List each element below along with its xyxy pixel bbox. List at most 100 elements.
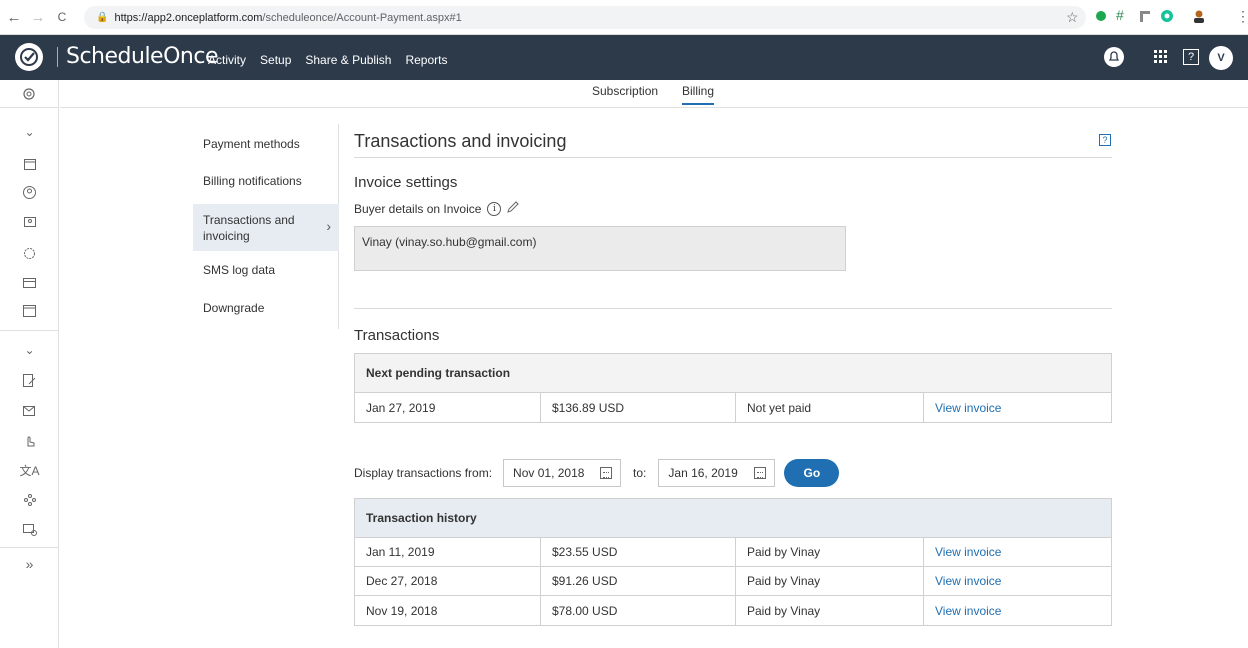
browser-menu-icon[interactable]: ⋮ — [1236, 8, 1248, 25]
form-edit-icon[interactable] — [0, 370, 59, 390]
table-row: Dec 27, 2018 $91.26 USD Paid by Vinay Vi… — [355, 567, 1111, 596]
nav-setup[interactable]: Setup — [260, 53, 291, 67]
page-title: Transactions and invoicing — [354, 131, 567, 151]
address-bar[interactable]: 🔒 https://app2.onceplatform.com/schedule… — [84, 6, 1086, 29]
integrations-icon[interactable] — [0, 243, 59, 263]
pending-transaction-table: Next pending transaction Jan 27, 2019 $1… — [354, 353, 1112, 423]
to-date-input[interactable]: Jan 16, 2019 — [658, 459, 776, 487]
url-path: /scheduleonce/Account-Payment.aspx#1 — [262, 11, 462, 24]
pencil-edit-icon[interactable] — [507, 201, 520, 216]
email-edit-icon[interactable] — [0, 400, 59, 420]
table-row: Jan 11, 2019 $23.55 USD Paid by Vinay Vi… — [355, 538, 1111, 567]
transaction-history-table: Transaction history Jan 11, 2019 $23.55 … — [354, 498, 1112, 626]
browser-toolbar: ← → C 🔒 https://app2.onceplatform.com/sc… — [0, 0, 1248, 35]
menu-downgrade[interactable]: Downgrade — [193, 298, 339, 318]
url-host: https://app2.onceplatform.com — [114, 11, 263, 24]
page-help-icon[interactable]: ? — [1099, 134, 1111, 146]
evernote-extension-icon[interactable] — [1094, 9, 1108, 23]
menu-active-line1: Transactions and — [203, 212, 295, 227]
brand-name[interactable]: ScheduleOnce — [66, 44, 219, 69]
expand-double-chevron-icon[interactable]: » — [0, 554, 59, 574]
table-row: Jan 27, 2019 $136.89 USD Not yet paid Vi… — [355, 393, 1111, 422]
rail-divider — [0, 330, 59, 331]
to-label: to: — [633, 466, 647, 480]
back-button[interactable]: ← — [4, 9, 24, 26]
to-date-value: Jan 16, 2019 — [668, 466, 738, 480]
help-icon[interactable]: ? — [1180, 46, 1202, 68]
calendar-picker-icon-2[interactable] — [754, 467, 767, 479]
pending-table-header: Next pending transaction — [355, 354, 1111, 393]
history-status: Paid by Vinay — [736, 596, 924, 625]
history-date: Nov 19, 2018 — [355, 596, 541, 625]
calendar-icon[interactable] — [0, 154, 59, 174]
nav-activity[interactable]: Activity — [208, 53, 246, 67]
history-status: Paid by Vinay — [736, 538, 924, 566]
avatar[interactable]: V — [1209, 46, 1233, 70]
menu-billing-notifications[interactable]: Billing notifications — [193, 171, 339, 191]
translate-icon[interactable]: 文A — [0, 460, 59, 480]
pending-status: Not yet paid — [736, 393, 924, 422]
grammarly-extension-icon[interactable] — [1160, 9, 1174, 23]
view-invoice-link[interactable]: View invoice — [924, 538, 1111, 566]
chevron-right-icon: › — [326, 218, 331, 234]
tab-subscription[interactable]: Subscription — [592, 84, 658, 98]
check-logo-icon[interactable] — [15, 43, 43, 71]
billing-settings-menu: Payment methods Billing notifications Tr… — [193, 124, 339, 329]
grid-extension-icon[interactable]: # — [1116, 7, 1130, 23]
view-invoice-link[interactable]: View invoice — [924, 393, 1111, 422]
email-settings-icon[interactable] — [0, 520, 59, 540]
hand-pointer-icon[interactable] — [0, 430, 59, 450]
buyer-details-label: Buyer details on Invoice — [354, 201, 482, 216]
title-divider — [354, 157, 1112, 158]
billing-subtabs: Subscription Billing — [60, 80, 1248, 108]
transactions-title: Transactions — [354, 327, 440, 344]
go-button[interactable]: Go — [784, 459, 840, 487]
app-header: ScheduleOnce Activity Setup Share & Publ… — [0, 35, 1248, 80]
history-date: Jan 11, 2019 — [355, 538, 541, 566]
settings-gear-icon[interactable] — [0, 80, 58, 108]
logo-divider — [57, 47, 58, 67]
user-circle-icon[interactable] — [0, 182, 59, 202]
from-date-input[interactable]: Nov 01, 2018 — [503, 459, 622, 487]
reload-button[interactable]: C — [52, 10, 72, 24]
menu-transactions-invoicing[interactable]: Transactions and invoicing › — [193, 204, 339, 251]
buyer-details-label-row: Buyer details on Invoice i — [354, 201, 520, 216]
collapse-chevron-icon-2[interactable]: ⌄ — [0, 340, 59, 360]
apps-grid-icon[interactable] — [1150, 46, 1172, 68]
forward-button[interactable]: → — [28, 9, 48, 26]
pending-date: Jan 27, 2019 — [355, 393, 541, 422]
buyer-details-field: Vinay (vinay.so.hub@gmail.com) — [354, 226, 846, 271]
bell-icon[interactable] — [1103, 46, 1125, 68]
top-nav: Activity Setup Share & Publish Reports — [208, 53, 447, 67]
help-label: ? — [1183, 49, 1199, 65]
date-filter-row: Display transactions from: Nov 01, 2018 … — [354, 459, 840, 487]
nav-reports[interactable]: Reports — [405, 53, 447, 67]
left-rail: ⌄ ⌄ 文A » — [0, 80, 59, 648]
pending-amount: $136.89 USD — [541, 393, 736, 422]
filter-label: Display transactions from: — [354, 466, 493, 480]
menu-payment-methods[interactable]: Payment methods — [193, 134, 339, 154]
calendar-picker-icon[interactable] — [600, 467, 613, 479]
flag-extension-icon[interactable] — [1138, 9, 1152, 23]
view-invoice-link[interactable]: View invoice — [924, 567, 1111, 595]
info-icon[interactable]: i — [487, 201, 502, 216]
tab-billing[interactable]: Billing — [682, 84, 715, 105]
bookmark-star-icon[interactable]: ☆ — [1066, 9, 1079, 26]
from-date-value: Nov 01, 2018 — [513, 466, 585, 480]
history-amount: $91.26 USD — [541, 567, 736, 595]
history-amount: $78.00 USD — [541, 596, 736, 625]
code-embed-icon[interactable] — [0, 301, 59, 321]
history-table-header: Transaction history — [355, 499, 1111, 538]
menu-active-line2: invoicing — [203, 228, 250, 243]
rail-divider-2 — [0, 547, 59, 548]
credit-card-icon[interactable] — [0, 273, 59, 293]
view-invoice-link[interactable]: View invoice — [924, 596, 1111, 625]
menu-sms-log-data[interactable]: SMS log data — [193, 260, 339, 280]
collapse-chevron-icon[interactable]: ⌄ — [0, 122, 59, 142]
workflow-dots-icon[interactable] — [0, 490, 59, 510]
nav-share-publish[interactable]: Share & Publish — [305, 53, 391, 67]
invoice-settings-title: Invoice settings — [354, 174, 458, 191]
table-row: Nov 19, 2018 $78.00 USD Paid by Vinay Vi… — [355, 596, 1111, 625]
presenter-icon[interactable] — [0, 213, 59, 233]
profile-extension-icon[interactable] — [1192, 9, 1206, 23]
